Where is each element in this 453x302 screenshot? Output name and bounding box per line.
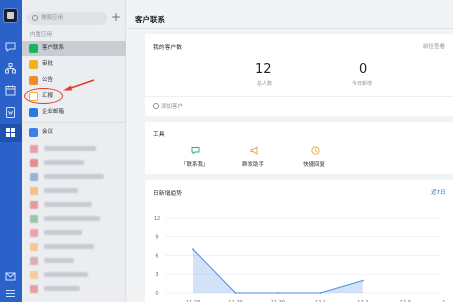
data-point bbox=[319, 292, 322, 294]
redacted-item[interactable] bbox=[22, 240, 126, 253]
redacted-item[interactable] bbox=[22, 268, 126, 281]
y-tick-label: 9 bbox=[155, 235, 158, 241]
data-point bbox=[192, 248, 194, 251]
redacted-item[interactable] bbox=[22, 282, 126, 295]
quick-reply-icon[interactable] bbox=[311, 146, 320, 155]
sidebar-item-label: 客户联系 bbox=[42, 45, 65, 51]
contact-me-icon[interactable] bbox=[191, 146, 200, 155]
search-input[interactable]: 搜索应用 bbox=[27, 12, 107, 25]
page-title: 客户联系 bbox=[135, 15, 165, 24]
redacted-item[interactable] bbox=[22, 254, 126, 267]
calendar-icon[interactable] bbox=[4, 84, 17, 97]
sidebar-item-meeting[interactable]: 会议 bbox=[22, 125, 126, 140]
tools-card: 工具 「联系我」 群发助手 快捷回复 bbox=[145, 122, 453, 174]
add-button[interactable]: + bbox=[111, 10, 121, 24]
sidebar-item-label: 企业邮箱 bbox=[42, 109, 65, 115]
y-tick-label: 0 bbox=[155, 291, 158, 297]
enterprise-mail-icon bbox=[29, 108, 38, 117]
today-label: 今日新增 bbox=[352, 81, 373, 87]
sidebar-item-label: 审批 bbox=[42, 61, 54, 67]
document-icon[interactable] bbox=[4, 106, 17, 119]
data-point bbox=[277, 292, 279, 294]
sidebar-item-label: 会议 bbox=[42, 129, 54, 135]
sidebar-divider bbox=[22, 122, 126, 123]
redacted-item[interactable] bbox=[22, 170, 126, 183]
search-placeholder: 搜索应用 bbox=[41, 15, 64, 21]
contacts-icon[interactable] bbox=[4, 62, 17, 75]
redacted-item[interactable] bbox=[22, 212, 126, 225]
my-customers-card: 我的客户数 前往查看 12 总人数 0 今日新增 添加客户 bbox=[145, 34, 453, 116]
view-link[interactable]: 前往查看 bbox=[423, 42, 445, 50]
trend-chart: 03691211.2811.2911.3012.112.212.312.4 bbox=[154, 216, 445, 302]
data-point bbox=[361, 279, 364, 282]
highlight-circle bbox=[24, 88, 63, 104]
tool-contact-me[interactable]: 「联系我」 bbox=[181, 160, 209, 168]
section-title: 内置应用 bbox=[30, 32, 53, 38]
customer-contact-icon bbox=[29, 44, 38, 53]
redacted-item[interactable] bbox=[22, 184, 126, 197]
add-customer-label: 添加客户 bbox=[161, 104, 184, 110]
card-title: 我的客户数 bbox=[153, 45, 182, 51]
card-divider bbox=[145, 96, 453, 97]
total-label: 总人数 bbox=[257, 81, 273, 87]
sidebar-item-enterprise-mail[interactable]: 企业邮箱 bbox=[22, 105, 126, 120]
y-tick-label: 12 bbox=[154, 216, 160, 222]
sidebar-item-label: 公告 bbox=[42, 77, 54, 83]
card-title: 工具 bbox=[153, 132, 165, 138]
meeting-icon bbox=[29, 128, 38, 137]
redacted-item[interactable] bbox=[22, 156, 126, 169]
menu-icon[interactable] bbox=[4, 287, 17, 300]
main-panel: 客户联系 我的客户数 前往查看 12 总人数 0 今日新增 添加客户 工具 「联… bbox=[127, 0, 453, 302]
y-tick-label: 6 bbox=[155, 253, 158, 259]
today-count: 0 bbox=[359, 62, 368, 77]
y-tick-label: 3 bbox=[155, 272, 158, 278]
tool-quick-reply[interactable]: 快捷回复 bbox=[303, 160, 325, 168]
wecom-window: 搜索应用 + 内置应用 客户联系 审批 公告 汇报 企业邮箱 会议 客户联系 我… bbox=[0, 0, 453, 302]
sidebar-item-customer-contact[interactable]: 客户联系 bbox=[22, 41, 126, 56]
total-count: 12 bbox=[255, 62, 272, 77]
add-circle-icon bbox=[153, 103, 159, 109]
mass-send-icon[interactable] bbox=[250, 146, 259, 155]
search-icon bbox=[32, 15, 38, 21]
title-divider bbox=[127, 28, 453, 29]
tool-mass-send[interactable]: 群发助手 bbox=[242, 160, 264, 168]
user-avatar[interactable] bbox=[3, 8, 18, 23]
mail-icon[interactable] bbox=[4, 270, 17, 283]
workbench-icon[interactable] bbox=[4, 126, 17, 139]
announcement-icon bbox=[29, 76, 38, 85]
sidebar-item-approval[interactable]: 审批 bbox=[22, 57, 126, 72]
data-point bbox=[234, 292, 237, 294]
range-selector[interactable]: 近7日 bbox=[431, 188, 446, 196]
app-sidebar: 搜索应用 + 内置应用 客户联系 审批 公告 汇报 企业邮箱 会议 bbox=[22, 0, 126, 302]
annotation-arrow bbox=[63, 79, 95, 91]
add-customer-button[interactable]: 添加客户 bbox=[153, 102, 183, 110]
message-icon[interactable] bbox=[4, 40, 17, 53]
card-title: 日新增趋势 bbox=[153, 191, 182, 197]
approval-icon bbox=[29, 60, 38, 69]
redacted-item[interactable] bbox=[22, 226, 126, 239]
left-rail bbox=[0, 0, 22, 302]
trend-card: 日新增趋势 近7日 03691211.2811.2911.3012.112.21… bbox=[145, 180, 453, 302]
redacted-item[interactable] bbox=[22, 142, 126, 155]
redacted-item[interactable] bbox=[22, 198, 126, 211]
